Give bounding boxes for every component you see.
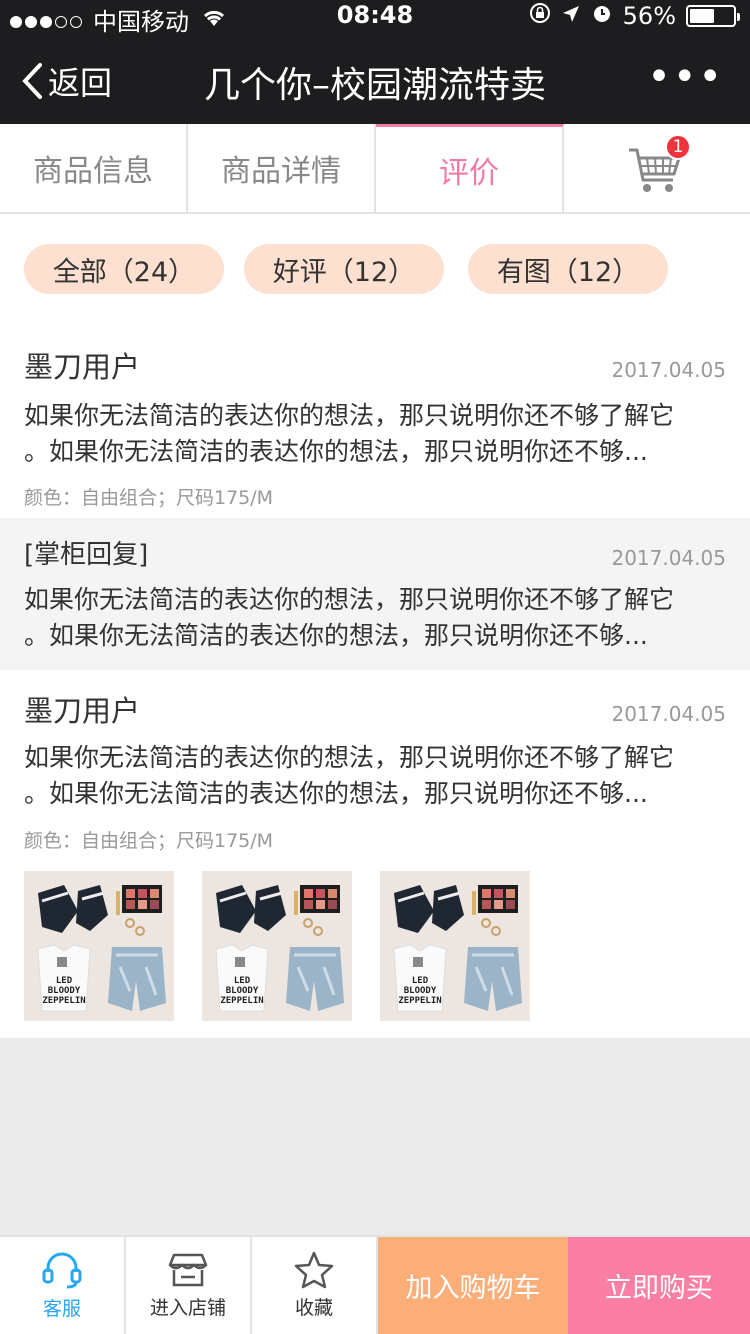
shop-icon (168, 1253, 208, 1287)
battery-icon (686, 5, 740, 27)
review-text: 如果你无法简洁的表达你的想法，那只说明你还不够了解它 。如果你无法简洁的表达你的… (24, 740, 724, 812)
photo-caption-text: BLOODY (226, 986, 259, 996)
cart-count-badge: 1 (665, 134, 691, 160)
battery-fill (690, 9, 714, 23)
reply-text-line: 如果你无法简洁的表达你的想法，那只说明你还不够了解它 (24, 585, 675, 614)
review-photo[interactable]: LED BLOODY ZEPPELIN (202, 871, 352, 1021)
outfit-photo-image: LEDBLOODYZEPPELIN (380, 871, 530, 1021)
reply-text: 如果你无法简洁的表达你的想法，那只说明你还不够了解它 。如果你无法简洁的表达你的… (24, 582, 724, 654)
review-username: 墨刀用户 (24, 350, 141, 384)
favorite-button[interactable]: 收藏 (252, 1237, 378, 1334)
filter-all-chip[interactable]: 全部（24） (24, 244, 224, 294)
review-filters: 全部（24） 好评（12） 有图（12） (0, 214, 750, 318)
page-title: 几个你–校园潮流特卖 (203, 65, 546, 106)
headset-icon (42, 1252, 82, 1289)
buy-now-button[interactable]: 立即购买 (568, 1237, 750, 1334)
reply-label: [掌柜回复] (24, 540, 149, 570)
tab-cart[interactable]: 1 (564, 124, 750, 212)
status-bar: 中国移动 08:48 56% (0, 0, 750, 36)
star-icon (294, 1251, 334, 1289)
cart-button[interactable]: 1 (627, 134, 691, 198)
customer-service-label: 客服 (42, 1298, 81, 1320)
review-photo[interactable]: LED BLOODY ZEPPELIN (380, 871, 530, 1021)
filter-with-photos-chip[interactable]: 有图（12） (468, 244, 668, 294)
review-item: 墨刀用户 2017.04.05 如果你无法简洁的表达你的想法，那只说明你还不够了… (0, 318, 750, 518)
nav-bar: 返回 几个你–校园潮流特卖 ••• (0, 34, 750, 124)
review-text: 如果你无法简洁的表达你的想法，那只说明你还不够了解它 。如果你无法简洁的表达你的… (24, 398, 724, 470)
outfit-photo-image: LEDBLOODYZEPPELIN (24, 871, 174, 1021)
review-text-line: 如果你无法简洁的表达你的想法，那只说明你还不够了解它 (24, 401, 675, 430)
review-text-line: 。如果你无法简洁的表达你的想法，那只说明你还不够... (24, 437, 648, 466)
tab-product-info[interactable]: 商品信息 (0, 124, 188, 212)
photo-caption-text: ZEPPELIN (220, 996, 263, 1006)
photo-caption-text: BLOODY (48, 986, 81, 996)
review-text-line: 。如果你无法简洁的表达你的想法，那只说明你还不够... (24, 779, 648, 808)
alarm-icon (591, 2, 613, 30)
reply-text-line: 。如果你无法简洁的表达你的想法，那只说明你还不够... (24, 621, 648, 650)
photo-caption-text: LED (234, 976, 251, 986)
photo-caption-text: BLOODY (404, 986, 437, 996)
review-text-line: 如果你无法简洁的表达你的想法，那只说明你还不够了解它 (24, 743, 675, 772)
review-date: 2017.04.05 (611, 358, 726, 382)
review-photo[interactable]: LED BLOODY ZEPPELIN (24, 871, 174, 1021)
review-spec: 颜色：自由组合；尺码175/M (24, 487, 274, 509)
bottom-action-bar: 客服 进入店铺 收藏 加入购物车 立即购买 (0, 1235, 750, 1334)
tab-product-details[interactable]: 商品详情 (188, 124, 376, 212)
review-username: 墨刀用户 (24, 694, 141, 728)
status-right: 56% (529, 2, 740, 30)
reply-date: 2017.04.05 (611, 546, 726, 570)
photo-caption-text: ZEPPELIN (398, 996, 441, 1006)
review-date: 2017.04.05 (611, 702, 726, 726)
seller-reply: [掌柜回复] 2017.04.05 如果你无法简洁的表达你的想法，那只说明你还不… (0, 518, 750, 670)
photo-caption-text: LED (56, 976, 73, 986)
filter-positive-chip[interactable]: 好评（12） (244, 244, 444, 294)
outfit-photo-image: LEDBLOODYZEPPELIN (202, 871, 352, 1021)
favorite-label: 收藏 (294, 1297, 333, 1319)
enter-shop-label: 进入店铺 (149, 1297, 226, 1319)
tab-bar: 商品信息 商品详情 评价 1 (0, 124, 750, 214)
photo-caption-text: LED (412, 976, 429, 986)
location-icon (561, 2, 581, 30)
photo-caption-text: ZEPPELIN (42, 996, 85, 1006)
rotation-lock-icon (529, 2, 551, 30)
customer-service-button[interactable]: 客服 (0, 1237, 126, 1334)
enter-shop-button[interactable]: 进入店铺 (126, 1237, 252, 1334)
battery-percent: 56% (622, 2, 676, 30)
more-options-icon[interactable]: ••• (647, 57, 724, 97)
review-spec: 颜色：自由组合；尺码175/M (24, 830, 274, 852)
add-to-cart-button[interactable]: 加入购物车 (378, 1237, 568, 1334)
tab-reviews[interactable]: 评价 (376, 124, 564, 212)
